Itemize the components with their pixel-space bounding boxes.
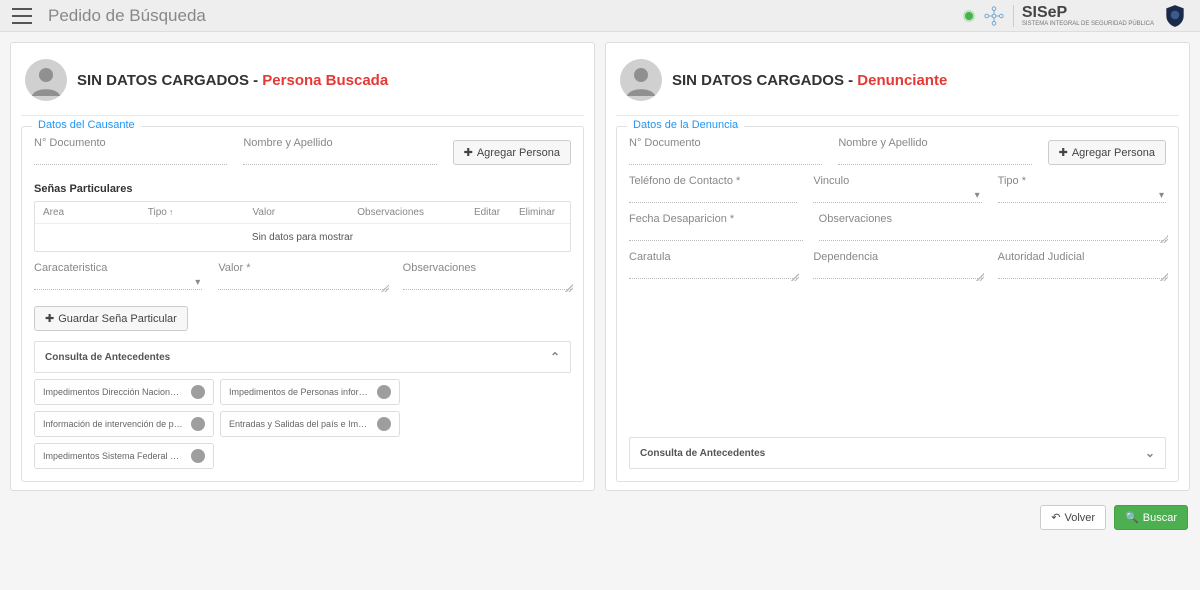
undo-icon: ↶ [1051,511,1060,524]
legend-denuncia: Datos de la Denuncia [627,119,744,131]
buscar-button[interactable]: 🔍 Buscar [1114,505,1188,530]
brand-sub: SISTEMA INTEGRAL DE SEGURIDAD PÚBLICA [1022,21,1154,27]
doc-field[interactable]: N° Documento [34,137,227,165]
table-empty: Sin datos para mostrar [35,223,570,251]
telefono-field[interactable]: Teléfono de Contacto * [629,175,797,203]
th-area[interactable]: Area [43,207,148,218]
menu-icon[interactable] [12,8,32,24]
plus-icon: ✚ [1059,146,1068,159]
save-sena-button[interactable]: ✚ Guardar Seña Particular [34,306,188,331]
avatar-placeholder [620,59,662,101]
volver-button[interactable]: ↶ Volver [1040,505,1106,530]
resize-grip-icon[interactable] [381,284,389,292]
avatar-placeholder [25,59,67,101]
shield-icon [1162,3,1188,29]
plus-icon: ✚ [45,312,54,325]
th-eliminar: Eliminar [512,207,562,218]
chip-item[interactable]: Impedimentos Dirección Nacional de Reinc… [34,379,214,405]
caracteristica-select[interactable]: Caracateristica [34,262,202,290]
th-editar: Editar [462,207,512,218]
senas-table: Area Tipo↑ Valor Observaciones Editar El… [34,201,571,252]
senas-label: Señas Particulares [34,183,571,195]
chips-container: Impedimentos Dirección Nacional de Reinc… [34,379,571,469]
search-icon: 🔍 [1125,511,1139,524]
network-icon [983,5,1005,27]
th-valor[interactable]: Valor [253,207,358,218]
panel-persona-buscada: SIN DATOS CARGADOS - Persona Buscada Dat… [10,42,595,491]
name-field[interactable]: Nombre y Apellido [838,137,1031,165]
tipo-select[interactable]: Tipo * [998,175,1166,203]
resize-grip-icon[interactable] [565,284,573,292]
observaciones-field[interactable]: Observaciones [819,213,1166,241]
status-dot-icon [191,385,205,399]
valor-field[interactable]: Valor * [218,262,386,290]
th-tipo[interactable]: Tipo↑ [148,207,253,218]
resize-grip-icon[interactable] [791,273,799,281]
content: SIN DATOS CARGADOS - Persona Buscada Dat… [0,32,1200,501]
topbar: Pedido de Búsqueda SISeP SISTEMA INTEGRA… [0,0,1200,32]
observaciones-field[interactable]: Observaciones [403,262,571,290]
panel-title-left: SIN DATOS CARGADOS - Persona Buscada [77,72,388,89]
consulta-antecedentes-toggle[interactable]: Consulta de Antecedentes ⌃ [34,341,571,373]
chip-item[interactable]: Impedimentos de Personas informadas por.… [220,379,400,405]
status-indicator [963,10,975,22]
vinculo-select[interactable]: Vinculo [813,175,981,203]
panel-header-right: SIN DATOS CARGADOS - Denunciante [616,51,1179,116]
resize-grip-icon[interactable] [1160,273,1168,281]
table-head: Area Tipo↑ Valor Observaciones Editar El… [35,202,570,223]
th-obs[interactable]: Observaciones [357,207,462,218]
panel-title-right: SIN DATOS CARGADOS - Denunciante [672,72,947,89]
caratula-field[interactable]: Caratula [629,251,797,279]
fecha-field[interactable]: Fecha Desaparicion * [629,213,803,241]
chip-item[interactable]: Información de intervención de personas … [34,411,214,437]
resize-grip-icon[interactable] [976,273,984,281]
consulta-antecedentes-toggle[interactable]: Consulta de Antecedentes ⌄ [629,437,1166,469]
fieldset-causante: Datos del Causante N° Documento Nombre y… [21,126,584,482]
page-title: Pedido de Búsqueda [48,6,963,26]
add-person-button[interactable]: ✚ Agregar Persona [453,140,571,165]
plus-icon: ✚ [464,146,473,159]
dependencia-field[interactable]: Dependencia [813,251,981,279]
status-dot-icon [191,449,205,463]
status-dot-icon [377,385,391,399]
brand: SISeP SISTEMA INTEGRAL DE SEGURIDAD PÚBL… [1022,5,1154,27]
chip-item[interactable]: Entradas y Salidas del país e Impediment… [220,411,400,437]
sort-asc-icon: ↑ [169,207,174,217]
chevron-down-icon: ⌄ [1145,446,1155,460]
topbar-right: SISeP SISTEMA INTEGRAL DE SEGURIDAD PÚBL… [963,3,1188,29]
autoridad-field[interactable]: Autoridad Judicial [998,251,1166,279]
footer: ↶ Volver 🔍 Buscar [0,501,1200,542]
brand-name: SISeP [1022,5,1154,21]
resize-grip-icon[interactable] [1160,235,1168,243]
status-dot-icon [191,417,205,431]
status-dot-icon [377,417,391,431]
fieldset-denuncia: Datos de la Denuncia N° Documento Nombre… [616,126,1179,482]
panel-header-left: SIN DATOS CARGADOS - Persona Buscada [21,51,584,116]
legend-causante: Datos del Causante [32,119,141,131]
doc-field[interactable]: N° Documento [629,137,822,165]
chip-item[interactable]: Impedimentos Sistema Federal de Consult.… [34,443,214,469]
name-field[interactable]: Nombre y Apellido [243,137,436,165]
add-person-button[interactable]: ✚ Agregar Persona [1048,140,1166,165]
chevron-up-icon: ⌃ [550,350,560,364]
panel-denunciante: SIN DATOS CARGADOS - Denunciante Datos d… [605,42,1190,491]
